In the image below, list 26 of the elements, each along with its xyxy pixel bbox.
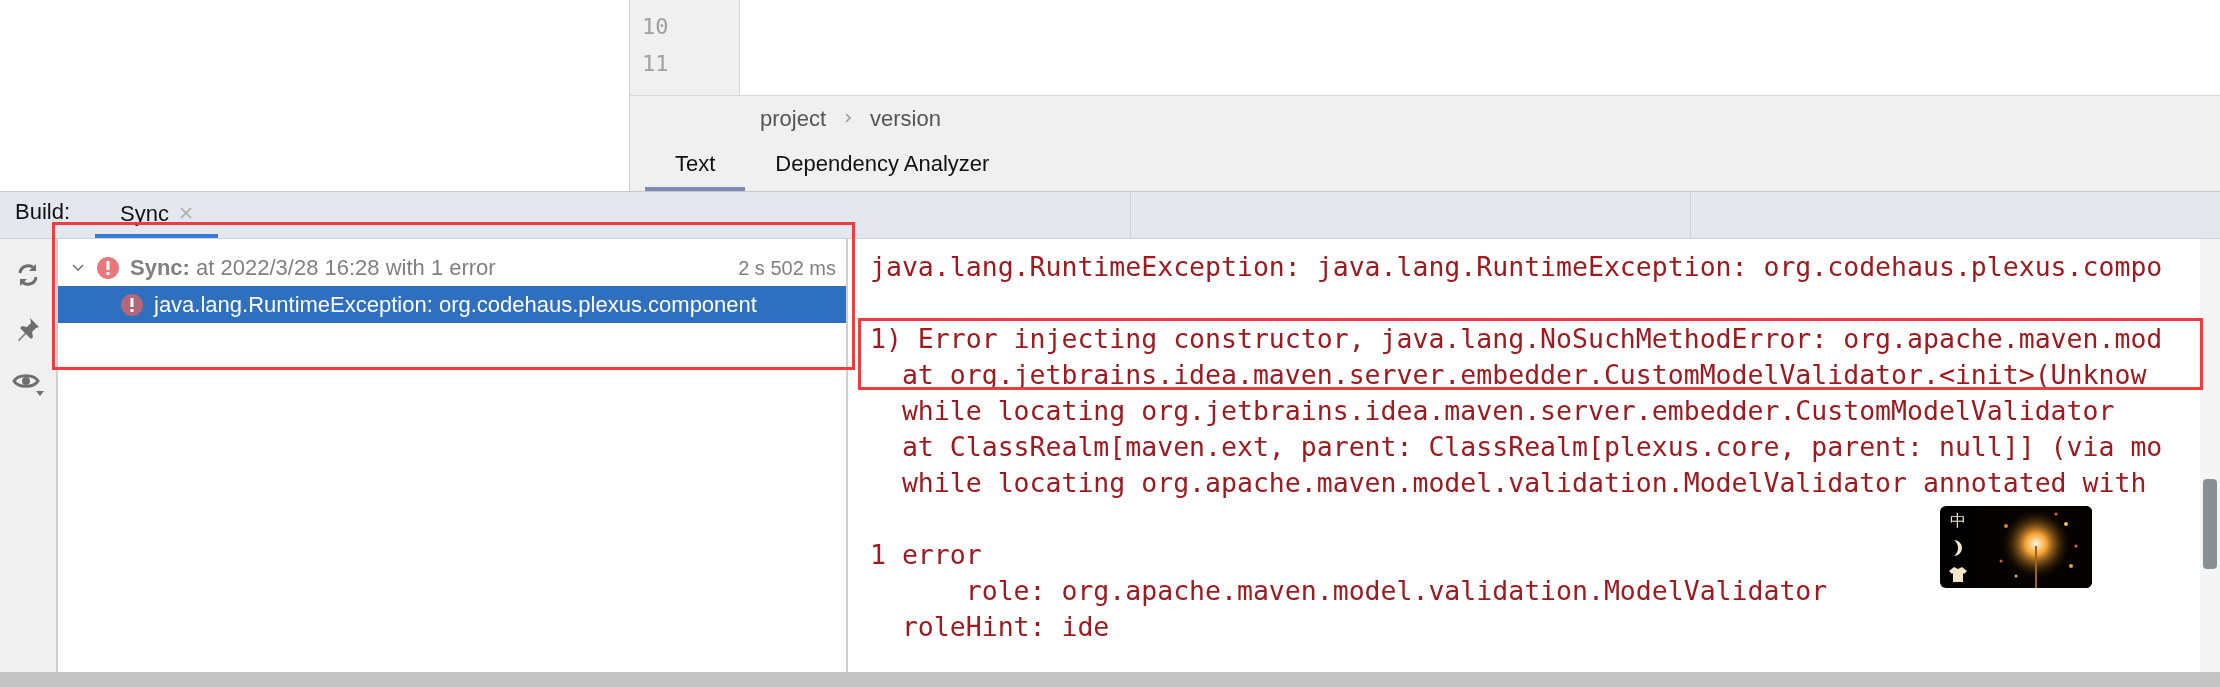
panel-label: Build:: [14, 198, 71, 226]
console-line: 1) Error injecting constructor, java.lang.NoSuchMethodError: org.apache.maven.mod: [870, 322, 2163, 356]
console-line: at ClassRealm[maven.ext, parent: ClassRealm[plexus.core, parent: null]] (via mo: [900, 430, 2163, 464]
horizontal-scrollbar[interactable]: [0, 672, 2220, 687]
tree-row[interactable]: java.lang.RuntimeException: org.codehaus.plexus.component: [58, 286, 846, 323]
console-line: at org.jetbrains.idea.maven.server.embedder.CustomModelValidator.<init>(Unknow: [900, 358, 2147, 392]
scroll-thumb[interactable]: [2203, 479, 2217, 569]
line-number: 10: [642, 13, 670, 41]
line-number: 11: [642, 50, 670, 78]
error-icon: [96, 255, 120, 280]
console-line: while locating org.apache.maven.model.validation.ModelValidator annotated with: [900, 466, 2147, 500]
tree-item-text: java.lang.RuntimeException: org.codehaus.plexus.component: [154, 291, 757, 319]
console-line: while locating org.jetbrains.idea.maven.server.embedder.CustomModelValidator: [900, 394, 2115, 428]
breadcrumb-item[interactable]: version: [870, 101, 941, 135]
console-line: java.lang.RuntimeException: java.lang.RuntimeException: org.codehaus.plexus.compo: [870, 250, 2163, 284]
console-line: 1 error: [870, 538, 982, 572]
editor-tab[interactable]: Dependency Analyzer: [745, 140, 1020, 191]
console-line: roleHint: ide: [900, 610, 1110, 644]
error-icon: [120, 292, 144, 317]
duration: 2 s 502 ms: [738, 255, 836, 281]
console-line: role: org.apache.maven.model.validation.ModelValidator: [964, 574, 1828, 608]
language-toggle[interactable]: 中: [1950, 512, 1966, 530]
tree-item-text: Sync: at 2022/3/28 16:28 with 1 error: [130, 254, 496, 282]
breadcrumb-item[interactable]: project: [760, 101, 827, 135]
shirt-icon[interactable]: [1949, 566, 1967, 582]
chevron-icon: [844, 112, 853, 124]
